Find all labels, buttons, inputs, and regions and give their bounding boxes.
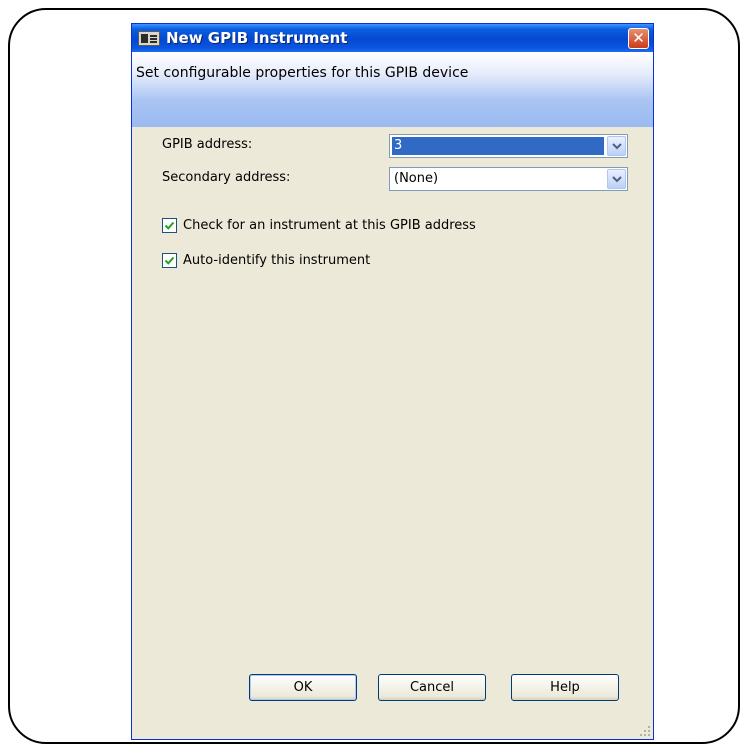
window-title: New GPIB Instrument — [166, 29, 348, 47]
instrument-icon — [138, 31, 160, 46]
ok-button[interactable]: OK — [249, 674, 357, 701]
secondary-address-dropdown[interactable]: (None) — [389, 167, 628, 191]
gpib-address-value: 3 — [392, 137, 604, 155]
close-button[interactable]: ✕ — [628, 28, 649, 49]
auto-identify-label: Auto-identify this instrument — [183, 253, 371, 268]
header-band: Set configurable properties for this GPI… — [132, 52, 653, 127]
resize-grip-icon[interactable] — [639, 725, 651, 737]
check-instrument-checkbox[interactable] — [162, 218, 177, 233]
help-button[interactable]: Help — [511, 674, 619, 701]
auto-identify-checkbox[interactable] — [162, 253, 177, 268]
check-instrument-label: Check for an instrument at this GPIB add… — [183, 218, 476, 233]
chevron-down-icon[interactable] — [607, 169, 626, 189]
chevron-down-icon[interactable] — [607, 136, 626, 156]
title-bar[interactable]: New GPIB Instrument ✕ — [132, 24, 653, 52]
secondary-address-value: (None) — [394, 171, 439, 186]
cancel-button[interactable]: Cancel — [378, 674, 486, 701]
gpib-address-dropdown[interactable]: 3 — [389, 134, 628, 158]
secondary-address-label: Secondary address: — [162, 170, 291, 185]
dialog-window: New GPIB Instrument ✕ Set configurable p… — [131, 23, 654, 740]
gpib-address-label: GPIB address: — [162, 137, 253, 152]
dialog-description: Set configurable properties for this GPI… — [136, 65, 469, 81]
